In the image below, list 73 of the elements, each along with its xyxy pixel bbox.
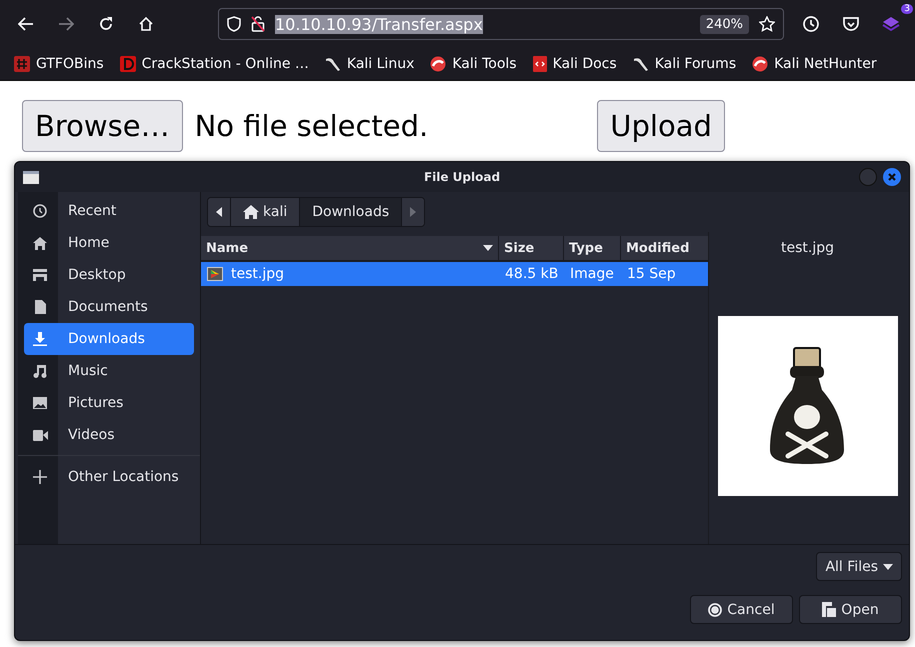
- address-bar[interactable]: 10.10.10.93/Transfer.aspx 240%: [218, 8, 784, 40]
- download-icon: [33, 332, 47, 346]
- clock-icon: [33, 204, 47, 218]
- url-text: 10.10.10.93/Transfer.aspx: [275, 14, 483, 34]
- history-icon[interactable]: [802, 15, 820, 33]
- file-type: Image: [569, 266, 615, 282]
- sidebar-item[interactable]: Music: [24, 355, 194, 387]
- cancel-icon: [708, 602, 722, 616]
- bookmark-link[interactable]: GTFOBins: [36, 56, 104, 72]
- sidebar-item[interactable]: Documents: [24, 291, 194, 323]
- image-file-icon: [207, 267, 223, 281]
- insecure-lock-icon[interactable]: [251, 16, 265, 32]
- file-row[interactable]: test.jpg 48.5 kB Image 15 Sep: [201, 262, 708, 286]
- file-name: test.jpg: [231, 266, 284, 282]
- sidebar-item[interactable]: Home: [24, 227, 194, 259]
- bookmark-icon: [430, 56, 446, 72]
- preview-filename: test.jpg: [781, 239, 834, 258]
- bookmark-icon: [752, 56, 768, 72]
- sidebar-item[interactable]: Videos: [24, 419, 194, 451]
- desktop-icon: [33, 269, 47, 281]
- shield-icon[interactable]: [227, 16, 241, 32]
- window-icon: [23, 170, 39, 184]
- zoom-level[interactable]: 240%: [700, 14, 749, 34]
- bookmark-link[interactable]: CrackStation - Online …: [142, 56, 309, 72]
- caret-icon: [883, 564, 893, 570]
- home-icon: [243, 205, 259, 219]
- pocket-icon[interactable]: [842, 16, 860, 32]
- forward-icon[interactable]: [58, 17, 74, 31]
- close-icon[interactable]: [883, 168, 901, 186]
- bookmark-icon: [14, 56, 30, 72]
- right-arrow-icon: [410, 207, 416, 217]
- image-icon: [33, 397, 47, 409]
- bookmark-link[interactable]: Kali Linux: [346, 56, 414, 72]
- bookmark-icon: [120, 56, 136, 72]
- sidebar-item[interactable]: Downloads: [24, 323, 194, 355]
- file-modified: 15 Sep: [626, 266, 677, 282]
- column-header[interactable]: Size: [499, 236, 564, 260]
- sidebar-item[interactable]: Pictures: [24, 387, 194, 419]
- notification-badge: 3: [901, 4, 913, 14]
- browse-button[interactable]: Browse…: [22, 100, 183, 152]
- bookmark-link[interactable]: Kali NetHunter: [774, 56, 877, 72]
- star-icon[interactable]: [759, 16, 775, 32]
- column-header[interactable]: Name: [201, 236, 499, 260]
- cancel-button[interactable]: Cancel: [690, 595, 793, 624]
- document-icon: [34, 300, 46, 314]
- video-camera-icon: [32, 430, 48, 440]
- home-icon: [33, 236, 47, 250]
- file-filter-dropdown[interactable]: All Files: [816, 552, 902, 581]
- path-back-button[interactable]: [208, 198, 231, 226]
- bookmark-link[interactable]: Kali Forums: [654, 56, 736, 72]
- music-note-icon: [33, 364, 47, 378]
- upload-button[interactable]: Upload: [597, 100, 725, 152]
- dialog-title: File Upload: [422, 170, 502, 184]
- column-header[interactable]: Type: [564, 236, 621, 260]
- reload-icon[interactable]: [98, 16, 114, 32]
- bookmark-icon: [532, 56, 547, 72]
- open-icon: [822, 602, 836, 617]
- plus-icon: [33, 470, 47, 484]
- column-header[interactable]: Modified: [621, 236, 708, 260]
- back-icon[interactable]: [18, 17, 34, 31]
- sidebar-item[interactable]: Other Locations: [24, 461, 194, 493]
- extension-icon[interactable]: [881, 14, 901, 34]
- bookmark-link[interactable]: Kali Tools: [452, 56, 517, 72]
- bookmark-link[interactable]: Kali Docs: [552, 56, 617, 72]
- sidebar-item[interactable]: Desktop: [24, 259, 194, 291]
- file-status: No file selected.: [194, 109, 428, 143]
- path-segment[interactable]: Downloads: [300, 198, 402, 226]
- file-size: 48.5 kB: [504, 266, 560, 282]
- sidebar-item[interactable]: Recent: [24, 195, 194, 227]
- sort-caret-icon: [483, 245, 493, 251]
- open-button[interactable]: Open: [799, 595, 902, 624]
- home-icon[interactable]: [138, 16, 154, 32]
- left-arrow-icon: [216, 207, 222, 217]
